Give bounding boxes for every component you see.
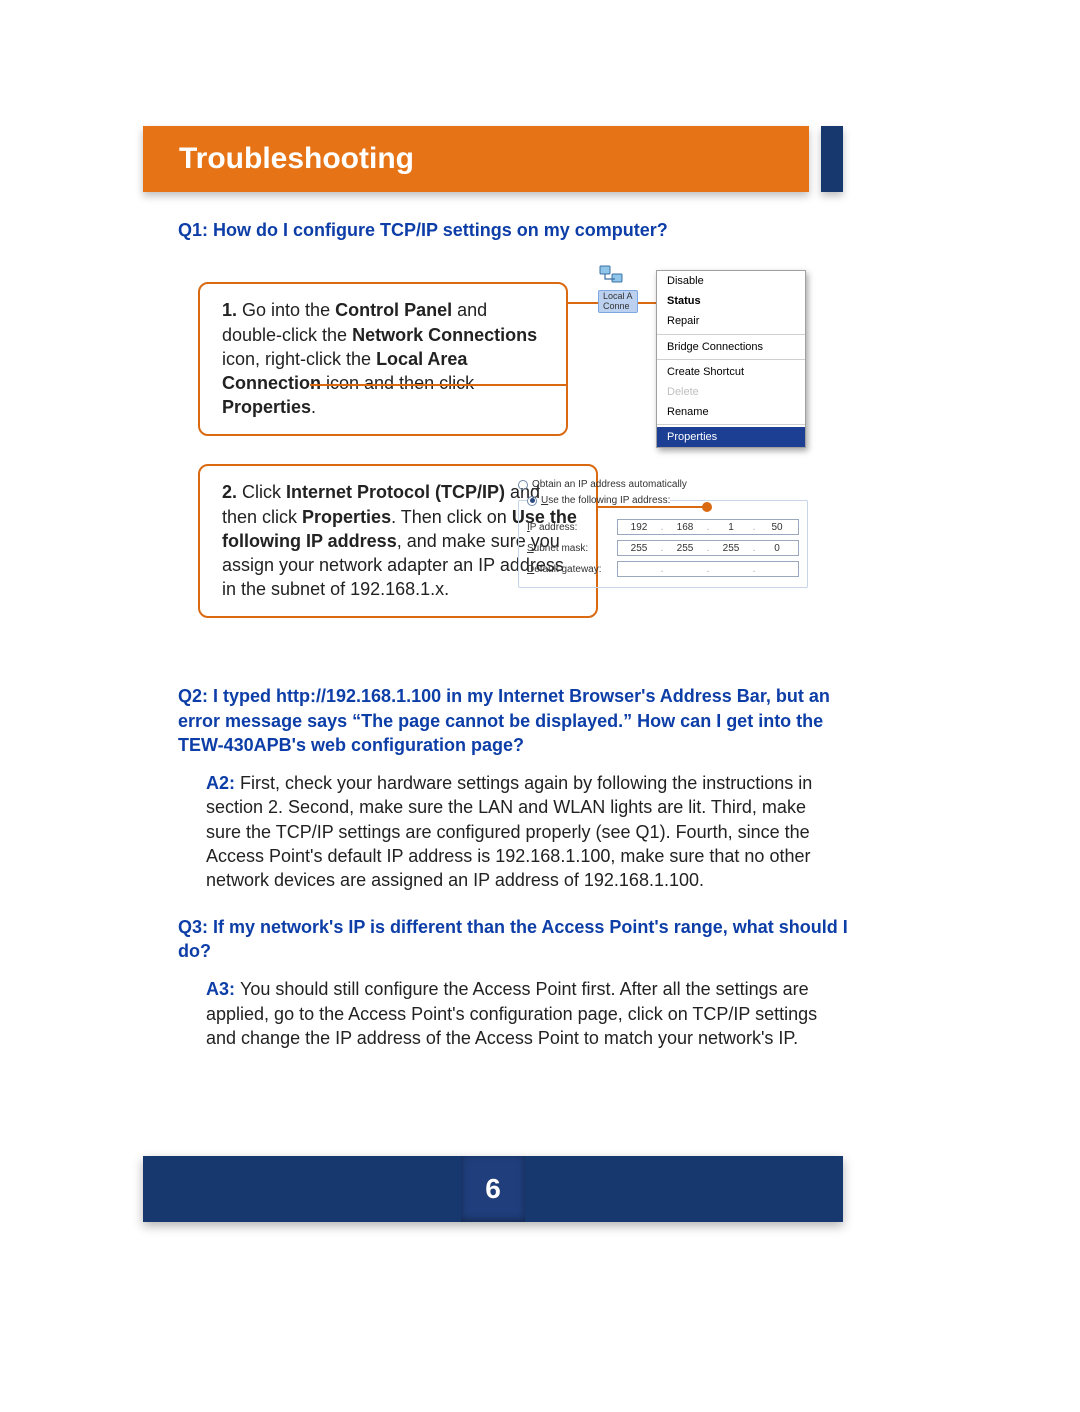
- content: Q1: How do I configure TCP/IP settings o…: [178, 218, 848, 1072]
- tcpip-dialog: Obtain an IP address automatically Use t…: [518, 478, 808, 588]
- step-2-number: 2.: [222, 482, 237, 502]
- q2-text: I typed http://192.168.1.100 in my Inter…: [178, 686, 830, 755]
- page-header: Troubleshooting: [143, 126, 843, 192]
- step-1-box: 1. Go into the Control Panel and double-…: [198, 282, 568, 435]
- q3-prefix: Q3:: [178, 917, 213, 937]
- q2-prefix: Q2:: [178, 686, 213, 706]
- context-menu-item[interactable]: Delete: [657, 382, 805, 402]
- local-area-connection-icon: Local A Conne: [598, 264, 654, 313]
- context-menu-item[interactable]: Repair: [657, 311, 805, 331]
- context-menu-item[interactable]: Rename: [657, 402, 805, 422]
- page-title: Troubleshooting: [143, 126, 809, 192]
- network-icon: [598, 264, 626, 288]
- context-menu-item[interactable]: Create Shortcut: [657, 362, 805, 382]
- ip-address-input[interactable]: 192. 168. 1. 50: [617, 519, 799, 535]
- question-2: Q2: I typed http://192.168.1.100 in my I…: [178, 684, 848, 757]
- footer-bar-left: [143, 1156, 461, 1222]
- a2-prefix: A2:: [206, 773, 240, 793]
- step-1-wrap: 1. Go into the Control Panel and double-…: [178, 264, 848, 424]
- context-menu: DisableStatusRepair Bridge Connections Cre…: [656, 270, 806, 448]
- context-menu-item[interactable]: Properties: [657, 427, 805, 447]
- q1-prefix: Q1:: [178, 220, 213, 240]
- a3-text: You should still configure the Access Po…: [206, 979, 817, 1048]
- radio-off-icon: [518, 480, 528, 490]
- default-gateway-label: Default gateway:: [527, 563, 617, 577]
- question-3: Q3: If my network's IP is different than…: [178, 915, 848, 964]
- radio-auto[interactable]: Obtain an IP address automatically: [518, 478, 808, 492]
- footer-bar-right: [525, 1156, 843, 1222]
- subnet-mask-label: Subnet mask:: [527, 542, 617, 556]
- step-1-number: 1.: [222, 300, 237, 320]
- page-footer: 6: [143, 1156, 843, 1222]
- answer-2: A2: First, check your hardware settings …: [206, 771, 848, 892]
- a3-prefix: A3:: [206, 979, 240, 999]
- step-1-underline: [310, 384, 568, 386]
- a2-text: First, check your hardware settings agai…: [206, 773, 812, 890]
- answer-3: A3: You should still configure the Acces…: [206, 977, 848, 1050]
- context-menu-item[interactable]: Status: [657, 291, 805, 311]
- context-menu-item[interactable]: Bridge Connections: [657, 337, 805, 357]
- q1-text: How do I configure TCP/IP settings on my…: [213, 220, 668, 240]
- radio-on-icon: [527, 496, 537, 506]
- context-menu-item[interactable]: Disable: [657, 271, 805, 291]
- q3-text: If my network's IP is different than the…: [178, 917, 848, 961]
- question-1: Q1: How do I configure TCP/IP settings o…: [178, 218, 848, 242]
- page-number: 6: [461, 1156, 525, 1222]
- ip-address-label: IP address:: [527, 521, 617, 535]
- header-accent: [821, 126, 843, 192]
- lac-label: Local A Conne: [598, 290, 638, 313]
- default-gateway-input[interactable]: . . .: [617, 561, 799, 577]
- subnet-mask-input[interactable]: 255. 255. 255. 0: [617, 540, 799, 556]
- manual-ip-fieldset: Use the following IP address: IP address…: [518, 494, 808, 589]
- radio-manual[interactable]: Use the following IP address:: [527, 494, 670, 508]
- step-2-wrap: 2. Click Internet Protocol (TCP/IP) and …: [178, 464, 848, 654]
